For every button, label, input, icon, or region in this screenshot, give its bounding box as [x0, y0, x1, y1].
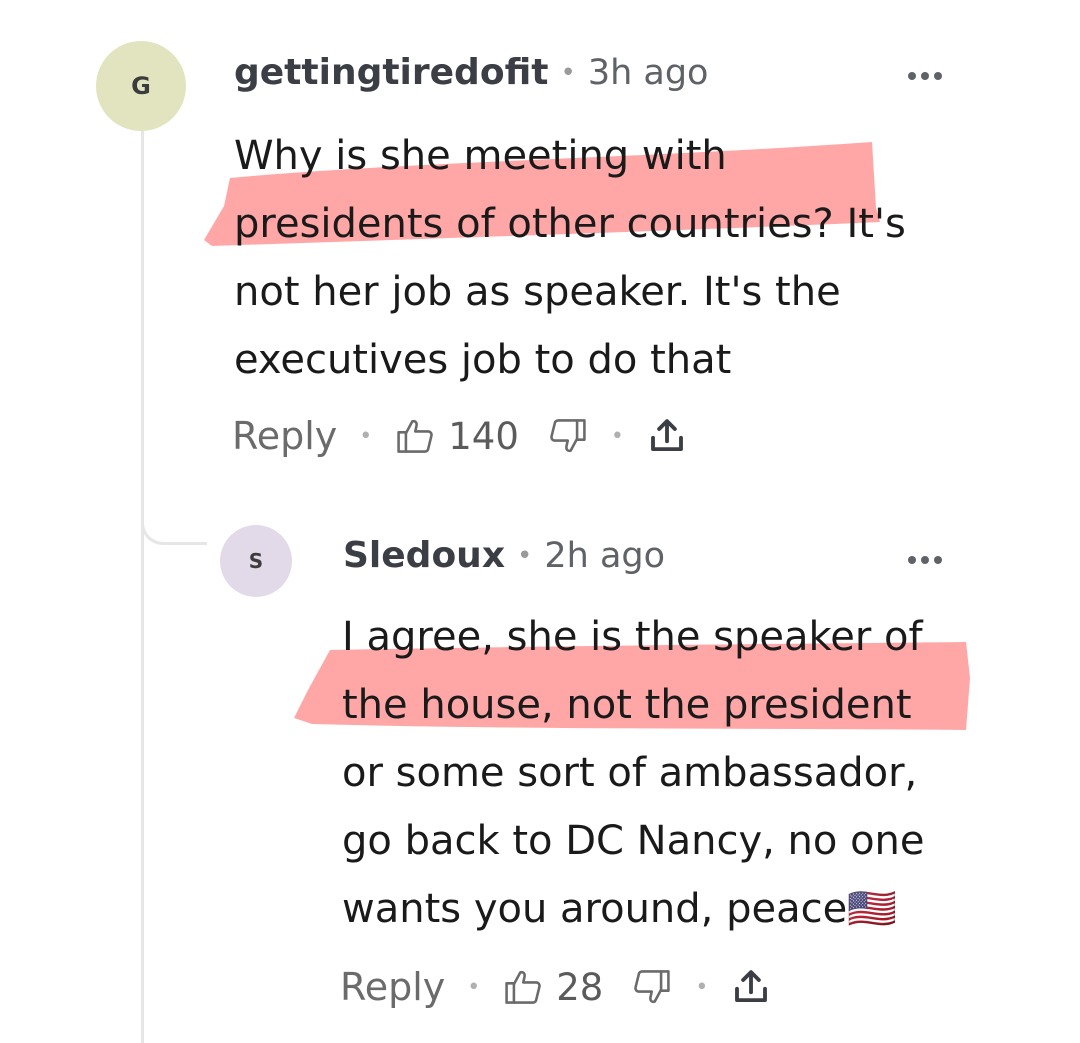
username[interactable]: Sledoux	[343, 535, 505, 576]
separator-dot: •	[610, 423, 624, 449]
comment-line: go back to DC Nancy, no one	[342, 818, 925, 864]
comment-body: Why is she meeting with presidents of ot…	[234, 122, 906, 394]
more-options-icon[interactable]	[908, 72, 942, 80]
more-options-icon[interactable]	[908, 556, 942, 564]
avatar-letter: S	[248, 549, 264, 573]
us-flag-emoji: 🇺🇸	[847, 886, 898, 932]
comment-line: the house, not the president	[342, 682, 912, 728]
reply-connector	[141, 505, 207, 545]
separator-dot: •	[695, 974, 709, 1000]
like-count: 140	[448, 414, 519, 458]
comment-line: or some sort of ambassador,	[342, 750, 918, 796]
reply-button[interactable]: Reply	[232, 414, 337, 458]
thread-line	[141, 128, 144, 1043]
avatar-letter: G	[131, 72, 151, 100]
thumbs-down-icon[interactable]	[629, 965, 673, 1009]
timestamp: 3h ago	[587, 52, 709, 93]
comment-body: I agree, she is the speaker of the house…	[342, 603, 925, 943]
thumbs-down-icon[interactable]	[545, 414, 589, 458]
separator-dot: •	[560, 57, 576, 88]
reply-button[interactable]: Reply	[340, 965, 445, 1009]
comment-actions: Reply • 28 •	[340, 965, 772, 1009]
separator-dot: •	[359, 423, 373, 449]
thumbs-up-icon[interactable]	[502, 965, 546, 1009]
comment-actions: Reply • 140 •	[232, 414, 688, 458]
comment-line-text: wants you around, peace	[342, 886, 848, 932]
comment-line: I agree, she is the speaker of	[342, 614, 923, 660]
comment-line: Why is she meeting with	[234, 133, 727, 179]
share-icon[interactable]	[730, 966, 772, 1008]
separator-dot: •	[517, 540, 533, 571]
comment-header: Sledoux • 2h ago	[343, 535, 665, 576]
avatar[interactable]: S	[220, 525, 292, 597]
comment-line: executives job to do that	[234, 337, 732, 383]
share-icon[interactable]	[646, 415, 688, 457]
username[interactable]: gettingtiredofit	[234, 52, 548, 93]
comment-line: presidents of other countries? It's	[234, 201, 906, 247]
timestamp: 2h ago	[544, 535, 666, 576]
separator-dot: •	[467, 974, 481, 1000]
comment-header: gettingtiredofit • 3h ago	[234, 52, 708, 93]
comment-line: wants you around, peace🇺🇸	[342, 875, 925, 943]
comment-line: not her job as speaker. It's the	[234, 269, 841, 315]
thumbs-up-icon[interactable]	[394, 414, 438, 458]
avatar[interactable]: G	[96, 41, 186, 131]
like-count: 28	[556, 965, 604, 1009]
